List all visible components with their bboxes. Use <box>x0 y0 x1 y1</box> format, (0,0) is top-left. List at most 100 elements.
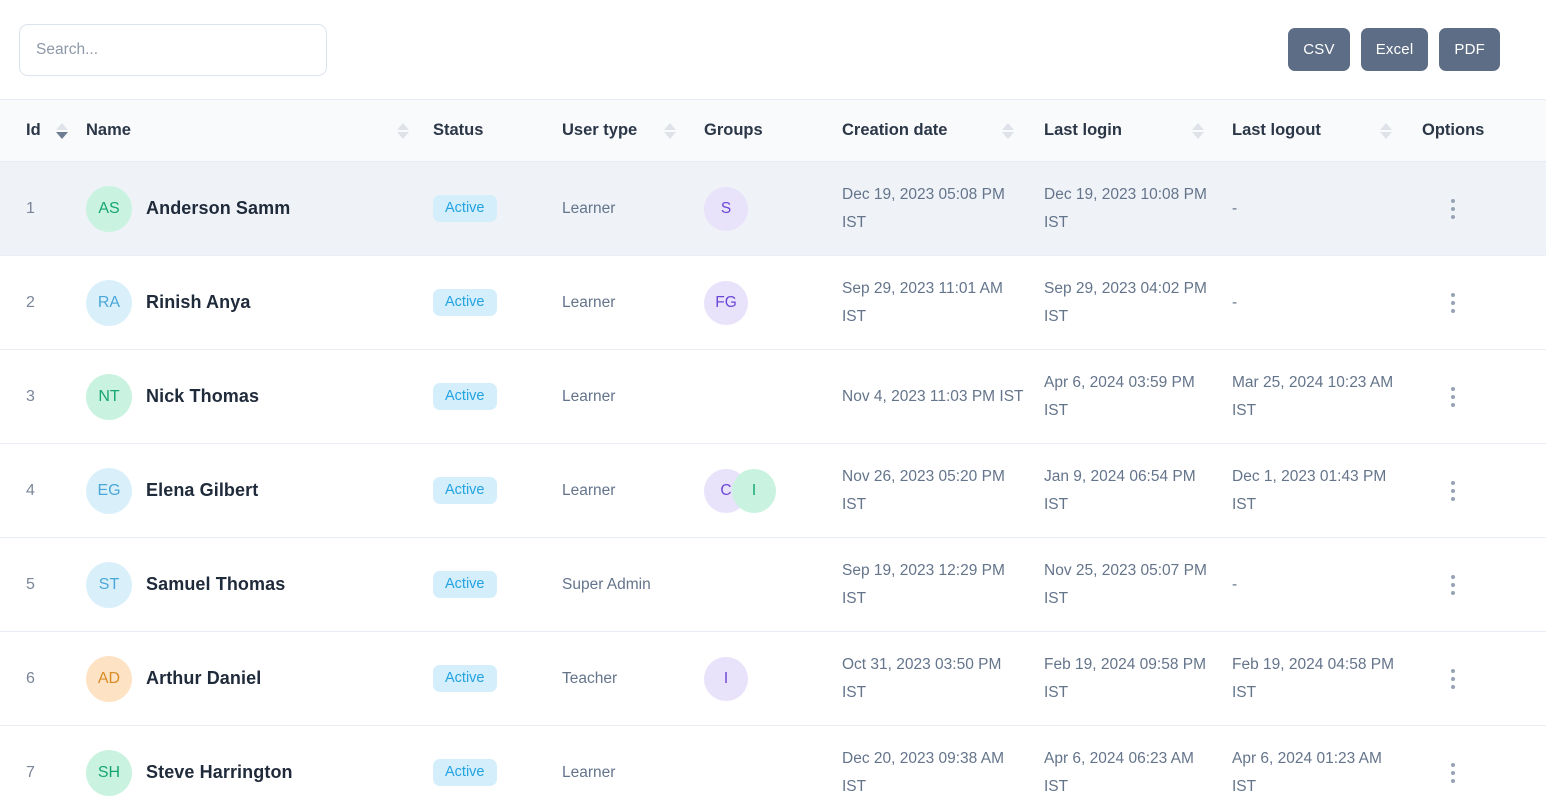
column-header-user-type[interactable]: User type <box>562 100 704 162</box>
cell-status: Active <box>433 726 562 808</box>
column-header-groups: Groups <box>704 100 842 162</box>
last-logout-text: - <box>1232 571 1422 599</box>
cell-user-type: Learner <box>562 350 704 444</box>
table-row[interactable]: 5STSamuel ThomasActiveSuper AdminSep 19,… <box>0 538 1546 632</box>
user-management-page: CSV Excel PDF Id Name <box>0 0 1546 808</box>
last-login-text: Apr 6, 2024 06:23 AM IST <box>1044 745 1232 800</box>
last-login-text: Apr 6, 2024 03:59 PM IST <box>1044 369 1232 424</box>
row-options-menu-icon[interactable] <box>1440 293 1466 313</box>
cell-last-logout: Dec 1, 2023 01:43 PM IST <box>1232 444 1422 538</box>
cell-groups <box>704 350 842 444</box>
row-options-menu-icon[interactable] <box>1440 387 1466 407</box>
cell-name: ADArthur Daniel <box>86 632 433 726</box>
last-login-text: Sep 29, 2023 04:02 PM IST <box>1044 275 1232 330</box>
table-row[interactable]: 2RARinish AnyaActiveLearnerFGSep 29, 202… <box>0 256 1546 350</box>
user-type-text: Learner <box>562 477 704 504</box>
cell-user-type: Learner <box>562 162 704 256</box>
user-type-text: Teacher <box>562 665 704 692</box>
cell-user-type: Super Admin <box>562 538 704 632</box>
cell-last-logout: - <box>1232 538 1422 632</box>
table-row[interactable]: 6ADArthur DanielActive TeacherI Oct 31, 20… <box>0 632 1546 726</box>
export-excel-button[interactable]: Excel <box>1361 28 1429 71</box>
row-options-menu-icon[interactable] <box>1440 199 1466 219</box>
row-options-menu-icon[interactable] <box>1440 669 1466 689</box>
column-header-last-login[interactable]: Last login <box>1044 100 1232 162</box>
group-avatar[interactable]: FG <box>704 281 748 325</box>
row-options-menu-icon[interactable] <box>1440 575 1466 595</box>
column-header-id[interactable]: Id <box>0 100 86 162</box>
search-input[interactable] <box>19 24 327 76</box>
cell-last-logout: - <box>1232 256 1422 350</box>
user-type-text: Learner <box>562 195 704 222</box>
sort-arrows-creation-date-icon[interactable] <box>1002 123 1014 139</box>
user-name: Anderson Samm <box>146 198 290 219</box>
cell-name: EGElena Gilbert <box>86 444 433 538</box>
cell-options <box>1422 632 1546 726</box>
column-label-options: Options <box>1422 121 1484 140</box>
cell-last-login: Jan 9, 2024 06:54 PM IST <box>1044 444 1232 538</box>
cell-groups: I <box>704 632 842 726</box>
table-row[interactable]: 3NTNick ThomasActiveLearnerNov 4, 2023 1… <box>0 350 1546 444</box>
cell-status: Active <box>433 538 562 632</box>
cell-id: 1 <box>0 162 86 256</box>
cell-groups: S <box>704 162 842 256</box>
cell-status: Active <box>433 444 562 538</box>
cell-creation-date: Nov 26, 2023 05:20 PM IST <box>842 444 1044 538</box>
export-pdf-button[interactable]: PDF <box>1439 28 1500 71</box>
table-header-row: Id Name Status <box>0 100 1546 162</box>
cell-options <box>1422 350 1546 444</box>
cell-user-type: Learner <box>562 726 704 808</box>
column-label-name: Name <box>86 121 131 140</box>
cell-id: 2 <box>0 256 86 350</box>
sort-arrows-last-logout-icon[interactable] <box>1380 123 1392 139</box>
group-avatar[interactable]: I <box>704 657 748 701</box>
avatar: ST <box>86 562 132 608</box>
column-header-creation-date[interactable]: Creation date <box>842 100 1044 162</box>
column-header-name[interactable]: Name <box>86 100 433 162</box>
user-name: Elena Gilbert <box>146 480 258 501</box>
cell-groups: CI <box>704 444 842 538</box>
status-badge: Active <box>433 665 497 693</box>
cell-last-login: Sep 29, 2023 04:02 PM IST <box>1044 256 1232 350</box>
user-type-text: Learner <box>562 383 704 410</box>
user-type-text: Learner <box>562 289 704 316</box>
avatar: AS <box>86 186 132 232</box>
export-button-group: CSV Excel PDF <box>1288 28 1527 71</box>
row-options-menu-icon[interactable] <box>1440 763 1466 783</box>
group-avatar[interactable]: S <box>704 187 748 231</box>
group-avatar-list: S <box>704 187 842 231</box>
cell-last-logout: Feb 19, 2024 04:58 PM IST <box>1232 632 1422 726</box>
status-badge: Active <box>433 195 497 223</box>
sort-arrows-name-icon[interactable] <box>397 123 409 139</box>
cell-groups <box>704 726 842 808</box>
group-avatar[interactable]: I <box>732 469 776 513</box>
cell-options <box>1422 444 1546 538</box>
export-csv-button[interactable]: CSV <box>1288 28 1349 71</box>
table-row[interactable]: 4EGElena GilbertActiveLearnerCINov 26, 2… <box>0 444 1546 538</box>
status-badge: Active <box>433 571 497 599</box>
creation-date-text: Dec 19, 2023 05:08 PM IST <box>842 181 1044 236</box>
row-options-menu-icon[interactable] <box>1440 481 1466 501</box>
cell-groups <box>704 538 842 632</box>
table-row[interactable]: 7SHSteve HarringtonActiveLearnerDec 20, … <box>0 726 1546 808</box>
last-login-text: Feb 19, 2024 09:58 PM IST <box>1044 651 1232 706</box>
group-avatar-list: FG <box>704 281 842 325</box>
column-header-last-logout[interactable]: Last logout <box>1232 100 1422 162</box>
column-label-last-logout: Last logout <box>1232 121 1321 140</box>
cell-last-logout: Apr 6, 2024 01:23 AM IST <box>1232 726 1422 808</box>
sort-arrows-id-icon[interactable] <box>56 123 68 139</box>
cell-id: 6 <box>0 632 86 726</box>
creation-date-text: Dec 20, 2023 09:38 AM IST <box>842 745 1044 800</box>
cell-options <box>1422 726 1546 808</box>
cell-last-login: Feb 19, 2024 09:58 PM IST <box>1044 632 1232 726</box>
cell-name: NTNick Thomas <box>86 350 433 444</box>
column-label-user-type: User type <box>562 121 637 140</box>
cell-last-login: Nov 25, 2023 05:07 PM IST <box>1044 538 1232 632</box>
last-logout-text: Dec 1, 2023 01:43 PM IST <box>1232 463 1422 518</box>
cell-creation-date: Nov 4, 2023 11:03 PM IST <box>842 350 1044 444</box>
cell-creation-date: Oct 31, 2023 03:50 PM IST <box>842 632 1044 726</box>
sort-arrows-user-type-icon[interactable] <box>664 123 676 139</box>
cell-id: 3 <box>0 350 86 444</box>
table-row[interactable]: 1AS Anderson Samm Active LearnerS Dec 19, 20… <box>0 162 1546 256</box>
sort-arrows-last-login-icon[interactable] <box>1192 123 1204 139</box>
